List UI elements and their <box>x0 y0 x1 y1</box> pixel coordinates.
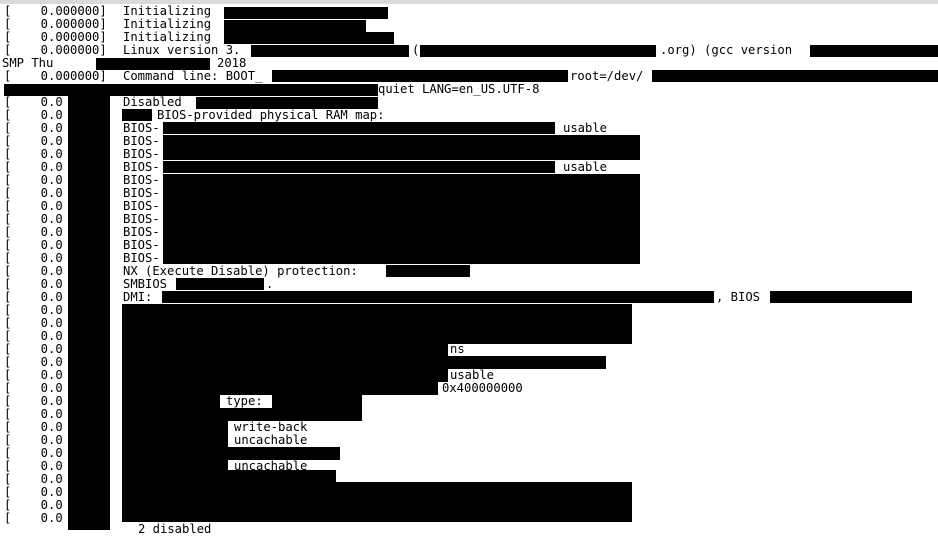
redaction-block <box>386 265 470 277</box>
log-text: 0x400000000 <box>442 381 523 395</box>
redaction-block <box>770 291 912 303</box>
log-text: . <box>266 277 274 291</box>
redaction-block <box>251 45 409 57</box>
redaction-block <box>122 408 362 421</box>
redaction-block <box>163 122 555 134</box>
redaction-block <box>163 135 640 160</box>
redaction-block <box>4 84 378 96</box>
log-text: ns <box>450 342 465 356</box>
log-text: root=/dev/ <box>570 69 644 83</box>
log-text: .org) (gcc version <box>660 43 793 57</box>
timestamp: [ 0.000000] <box>4 69 107 83</box>
redaction-block <box>224 7 388 19</box>
log-text: DMI: <box>123 290 153 304</box>
redaction-block <box>122 421 228 447</box>
log-text: ( <box>412 43 420 57</box>
log-text: quiet LANG=en_US.UTF-8 <box>378 82 540 96</box>
terminal-window: { "ts_full": "[ 0.000000]", "ts_short": … <box>0 0 938 536</box>
redaction-block <box>122 470 336 482</box>
redaction-block <box>122 395 220 408</box>
redaction-block <box>122 304 632 344</box>
redaction-block <box>272 395 362 408</box>
redaction-block <box>122 356 606 369</box>
log-text: uncachable <box>234 433 308 447</box>
log-text: , BIOS <box>716 290 761 304</box>
redaction-block <box>224 32 394 44</box>
redaction-block <box>224 20 366 32</box>
log-text: Command line: BOOT_ <box>123 69 263 83</box>
redaction-block <box>163 161 555 173</box>
timestamp: [ 0.0 <box>4 511 63 525</box>
redaction-block <box>122 382 438 395</box>
redaction-block <box>68 96 110 530</box>
redaction-block <box>122 447 340 460</box>
redaction-block <box>420 45 656 57</box>
log-text: usable <box>563 121 608 135</box>
log-line: [ 0.000000] Command line: BOOT_ root=/de… <box>4 70 643 83</box>
redaction-block <box>96 58 210 70</box>
redaction-block <box>652 70 938 82</box>
log-text: type: <box>226 394 263 408</box>
redaction-block <box>196 97 378 109</box>
redaction-block <box>176 278 264 290</box>
redaction-block <box>122 482 632 522</box>
log-text: usable <box>563 160 608 174</box>
redaction-block <box>162 291 714 303</box>
redaction-block <box>122 109 152 121</box>
redaction-block <box>272 70 568 82</box>
log-text: BIOS-provided physical RAM map: <box>157 108 385 122</box>
redaction-block <box>122 344 448 356</box>
redaction-block <box>163 174 640 264</box>
redaction-block <box>810 45 938 57</box>
redaction-block <box>122 369 448 382</box>
